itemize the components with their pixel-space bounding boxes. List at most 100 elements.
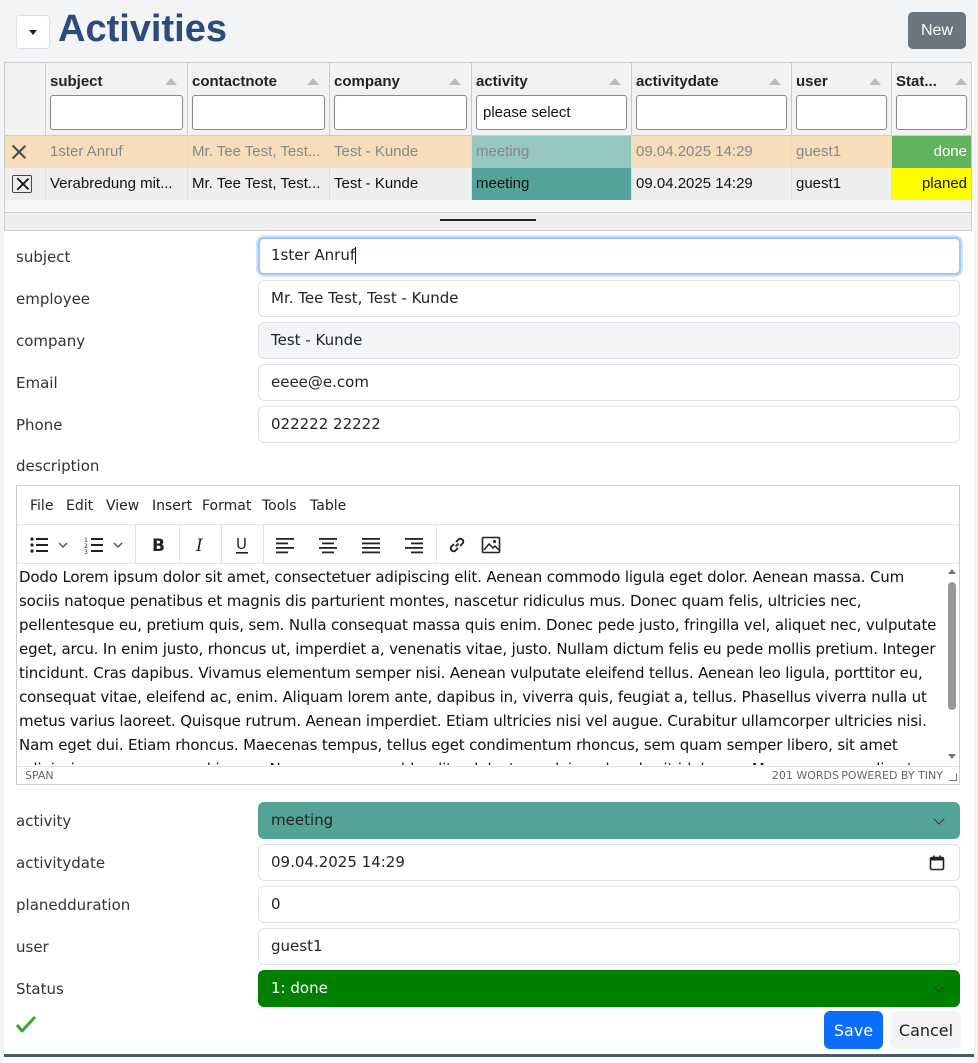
filter-input-contactnote[interactable] bbox=[192, 95, 325, 130]
bold-icon: B bbox=[152, 536, 165, 555]
subject-value: 1ster Anruf bbox=[271, 246, 356, 264]
image-button[interactable] bbox=[475, 529, 507, 560]
image-icon bbox=[481, 536, 501, 553]
bold-button[interactable]: B bbox=[141, 529, 175, 560]
toolbar-separator bbox=[436, 525, 437, 564]
cell-company: Test - Kunde bbox=[330, 136, 472, 168]
sort-icon[interactable] bbox=[769, 78, 781, 85]
row-selector[interactable] bbox=[5, 168, 46, 200]
activity-label: activity bbox=[16, 812, 72, 830]
column-header-status[interactable]: Stat... bbox=[892, 63, 971, 136]
filter-select-activity[interactable]: please select bbox=[476, 95, 627, 130]
align-justify-button[interactable] bbox=[353, 529, 389, 560]
activities-page: Activities New subject contactnote compa… bbox=[4, 0, 974, 1063]
user-input[interactable]: guest1 bbox=[258, 928, 960, 965]
filter-input-subject[interactable] bbox=[50, 95, 183, 130]
page-title: Activities bbox=[58, 8, 227, 50]
editor-content[interactable]: Dodo Lorem ipsum dolor sit amet, consect… bbox=[17, 565, 945, 765]
column-label: company bbox=[334, 73, 400, 90]
scroll-up-icon[interactable] bbox=[948, 569, 956, 574]
cancel-button[interactable]: Cancel bbox=[891, 1011, 961, 1049]
powered-by-link[interactable]: POWERED BY TINY bbox=[841, 769, 943, 782]
activity-select[interactable]: meeting bbox=[258, 802, 960, 839]
filter-input-status[interactable] bbox=[896, 95, 967, 130]
column-label: subject bbox=[50, 73, 103, 90]
scroll-down-icon[interactable] bbox=[948, 754, 956, 759]
close-icon bbox=[12, 145, 26, 159]
collapse-toggle-button[interactable] bbox=[16, 15, 50, 49]
phone-input[interactable]: 022222 22222 bbox=[258, 406, 960, 443]
column-header-activity[interactable]: activity please select bbox=[472, 63, 632, 136]
cell-company: Test - Kunde bbox=[330, 168, 472, 200]
column-header-activitydate[interactable]: activitydate bbox=[632, 63, 792, 136]
activitydate-input[interactable]: 09.04.2025 14:29 bbox=[258, 844, 960, 881]
editor-toolbar: 1 2 3 B I U bbox=[17, 525, 959, 564]
row-selector[interactable] bbox=[5, 136, 46, 168]
menu-insert[interactable]: Insert bbox=[152, 498, 192, 514]
menu-edit[interactable]: Edit bbox=[66, 498, 93, 514]
column-header-contactnote[interactable]: contactnote bbox=[188, 63, 330, 136]
word-count[interactable]: 201 WORDS bbox=[772, 769, 839, 782]
element-path[interactable]: SPAN bbox=[25, 769, 54, 782]
numbered-list-button[interactable]: 1 2 3 bbox=[81, 529, 131, 560]
status-select[interactable]: 1: done bbox=[258, 970, 960, 1007]
bullet-list-button[interactable] bbox=[25, 529, 75, 560]
svg-text:U: U bbox=[236, 535, 247, 553]
sort-icon[interactable] bbox=[869, 78, 881, 85]
column-label: user bbox=[796, 73, 828, 90]
underline-button[interactable]: U bbox=[225, 529, 259, 560]
sort-icon[interactable] bbox=[449, 78, 461, 85]
subject-input[interactable]: 1ster Anruf bbox=[258, 237, 961, 275]
sort-icon[interactable] bbox=[165, 78, 177, 85]
email-input[interactable]: eeee@e.com bbox=[258, 364, 960, 401]
activities-grid: subject contactnote company activity ple… bbox=[4, 62, 972, 231]
cell-activitydate: 09.04.2025 14:29 bbox=[632, 168, 792, 200]
menu-table[interactable]: Table bbox=[310, 498, 346, 514]
subject-label: subject bbox=[16, 248, 71, 266]
scroll-thumb[interactable] bbox=[948, 582, 956, 710]
align-right-button[interactable] bbox=[396, 529, 432, 560]
calendar-icon[interactable] bbox=[929, 855, 945, 871]
menu-format[interactable]: Format bbox=[202, 498, 251, 514]
table-row[interactable]: Verabredung mit... Mr. Tee Test, Test...… bbox=[5, 168, 971, 200]
filter-input-company[interactable] bbox=[334, 95, 467, 130]
employee-label: employee bbox=[16, 290, 91, 308]
column-header-subject[interactable]: subject bbox=[46, 63, 188, 136]
cell-contactnote: Mr. Tee Test, Test... bbox=[188, 168, 330, 200]
align-justify-icon bbox=[362, 537, 380, 553]
column-header-user[interactable]: user bbox=[792, 63, 892, 136]
caret-down-icon bbox=[29, 29, 37, 35]
toolbar-separator bbox=[179, 525, 180, 564]
link-button[interactable] bbox=[441, 529, 473, 560]
align-center-button[interactable] bbox=[310, 529, 346, 560]
align-left-button[interactable] bbox=[267, 529, 303, 560]
employee-input[interactable]: Mr. Tee Test, Test - Kunde bbox=[258, 280, 960, 317]
sort-icon[interactable] bbox=[307, 78, 319, 85]
menu-view[interactable]: View bbox=[106, 498, 139, 514]
splitter-handle[interactable] bbox=[440, 219, 536, 221]
new-button[interactable]: New bbox=[908, 12, 966, 49]
filter-input-user[interactable] bbox=[796, 95, 887, 130]
menu-tools[interactable]: Tools bbox=[262, 498, 297, 514]
editor-scrollbar[interactable] bbox=[947, 566, 957, 762]
bullet-list-icon bbox=[30, 536, 68, 553]
column-label: activitydate bbox=[636, 73, 719, 90]
column-header-company[interactable]: company bbox=[330, 63, 472, 136]
align-right-icon bbox=[405, 537, 423, 553]
save-button[interactable]: Save bbox=[824, 1011, 883, 1049]
activity-value: meeting bbox=[271, 811, 334, 829]
resize-handle-icon[interactable] bbox=[949, 773, 957, 781]
underline-icon: U bbox=[236, 535, 248, 554]
status-value: 1: done bbox=[271, 979, 328, 997]
table-row[interactable]: 1ster Anruf Mr. Tee Test, Test... Test -… bbox=[5, 136, 971, 168]
sort-icon[interactable] bbox=[955, 78, 967, 85]
editor-statusbar: SPAN 201 WORDS POWERED BY TINY bbox=[17, 766, 959, 784]
company-label: company bbox=[16, 332, 86, 350]
sort-icon[interactable] bbox=[609, 78, 621, 85]
filter-input-activitydate[interactable] bbox=[636, 95, 787, 130]
bottom-border bbox=[4, 1054, 974, 1057]
planedduration-input[interactable]: 0 bbox=[258, 886, 960, 923]
italic-button[interactable]: I bbox=[183, 529, 217, 560]
menu-file[interactable]: File bbox=[30, 498, 53, 514]
grid-splitter[interactable] bbox=[5, 212, 971, 230]
